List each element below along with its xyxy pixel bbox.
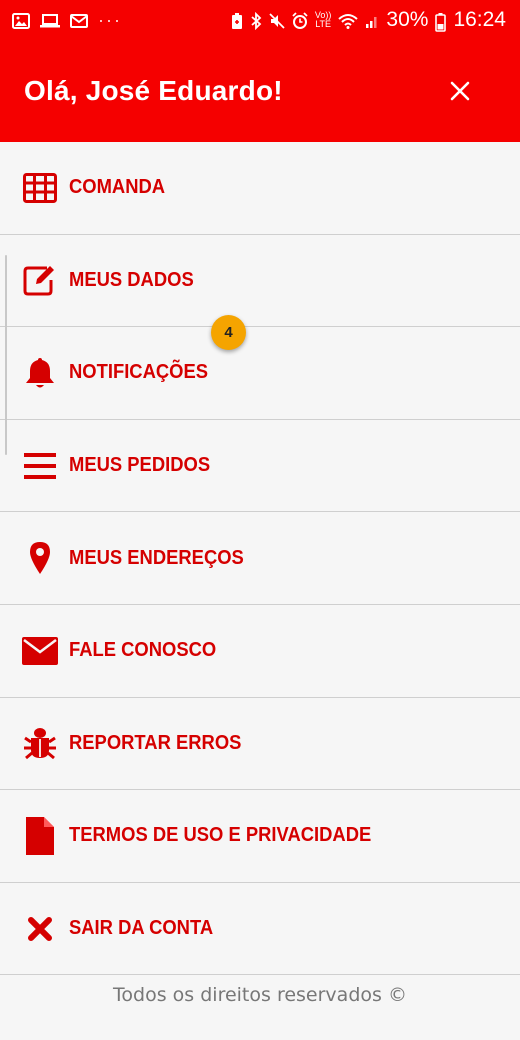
menu-item-sair-da-conta[interactable]: SAIR DA CONTA <box>0 883 520 976</box>
edit-icon <box>22 262 58 298</box>
grid-icon <box>22 170 58 206</box>
menu-item-comanda[interactable]: COMANDA <box>0 142 520 235</box>
footer-copyright: Todos os direitos reservados © <box>113 984 407 1006</box>
menu-item-label: COMANDA <box>69 176 166 199</box>
menu-item-label: MEUS ENDEREÇOS <box>69 546 244 569</box>
menu-item-label: FALE CONOSCO <box>69 639 217 662</box>
battery-icon <box>435 12 447 32</box>
menu-item-label: MEUS DADOS <box>69 268 194 291</box>
mute-icon <box>269 12 285 29</box>
menu-item-label: SAIR DA CONTA <box>69 917 214 940</box>
alarm-icon <box>292 12 308 29</box>
menu-item-meus-dados[interactable]: MEUS DADOS <box>0 235 520 328</box>
gallery-icon <box>12 12 30 29</box>
menu-item-notificacoes[interactable]: NOTIFICAÇÕES <box>0 327 520 420</box>
menu-item-termos[interactable]: TERMOS DE USO E PRIVACIDADE <box>0 790 520 883</box>
menu-item-fale-conosco[interactable]: FALE CONOSCO <box>0 605 520 698</box>
battery-percent: 30% <box>386 8 429 31</box>
menu-item-meus-pedidos[interactable]: MEUS PEDIDOS <box>0 420 520 513</box>
greeting-title: Olá, José Eduardo! <box>24 75 283 106</box>
list-icon <box>22 448 58 484</box>
envelope-icon <box>22 633 58 669</box>
menu-item-meus-enderecos[interactable]: MEUS ENDEREÇOS <box>0 512 520 605</box>
menu-item-label: MEUS PEDIDOS <box>69 454 211 477</box>
volte-bottom-text: LTE <box>315 19 332 29</box>
menu-item-label: NOTIFICAÇÕES <box>69 361 209 384</box>
file-icon <box>22 816 58 855</box>
status-bar-notifications: ··· <box>12 10 122 31</box>
menu-item-label: TERMOS DE USO E PRIVACIDADE <box>69 824 372 847</box>
drawer-header: Olá, José Eduardo! <box>0 40 520 142</box>
bug-icon <box>22 725 58 761</box>
more-notifications-icon: ··· <box>98 9 122 30</box>
map-pin-icon <box>22 540 58 576</box>
bluetooth-icon <box>250 11 262 31</box>
clock: 16:24 <box>453 8 506 31</box>
bell-icon <box>22 355 58 391</box>
battery-saver-icon <box>231 12 243 29</box>
drawer-menu: COMANDA MEUS DADOS NOTIFICAÇÕES MEUS PED… <box>0 142 520 976</box>
menu-item-reportar-erros[interactable]: REPORTAR ERROS <box>0 698 520 791</box>
menu-item-label: REPORTAR ERROS <box>69 731 242 754</box>
signal-icon <box>365 12 379 28</box>
status-bar-system: Vo)) LTE 30% 16:24 <box>231 8 506 32</box>
close-icon <box>450 81 470 101</box>
mail-icon <box>70 12 88 28</box>
laptop-icon <box>40 12 60 28</box>
close-button[interactable] <box>444 75 476 107</box>
volte-icon: Vo)) LTE <box>315 11 332 29</box>
wifi-icon <box>338 12 359 29</box>
x-icon <box>22 911 58 947</box>
status-bar: ··· Vo)) LTE 30% 16:24 <box>0 0 520 40</box>
drawer-edge-handle <box>5 255 7 455</box>
notification-badge: 4 <box>211 315 246 350</box>
